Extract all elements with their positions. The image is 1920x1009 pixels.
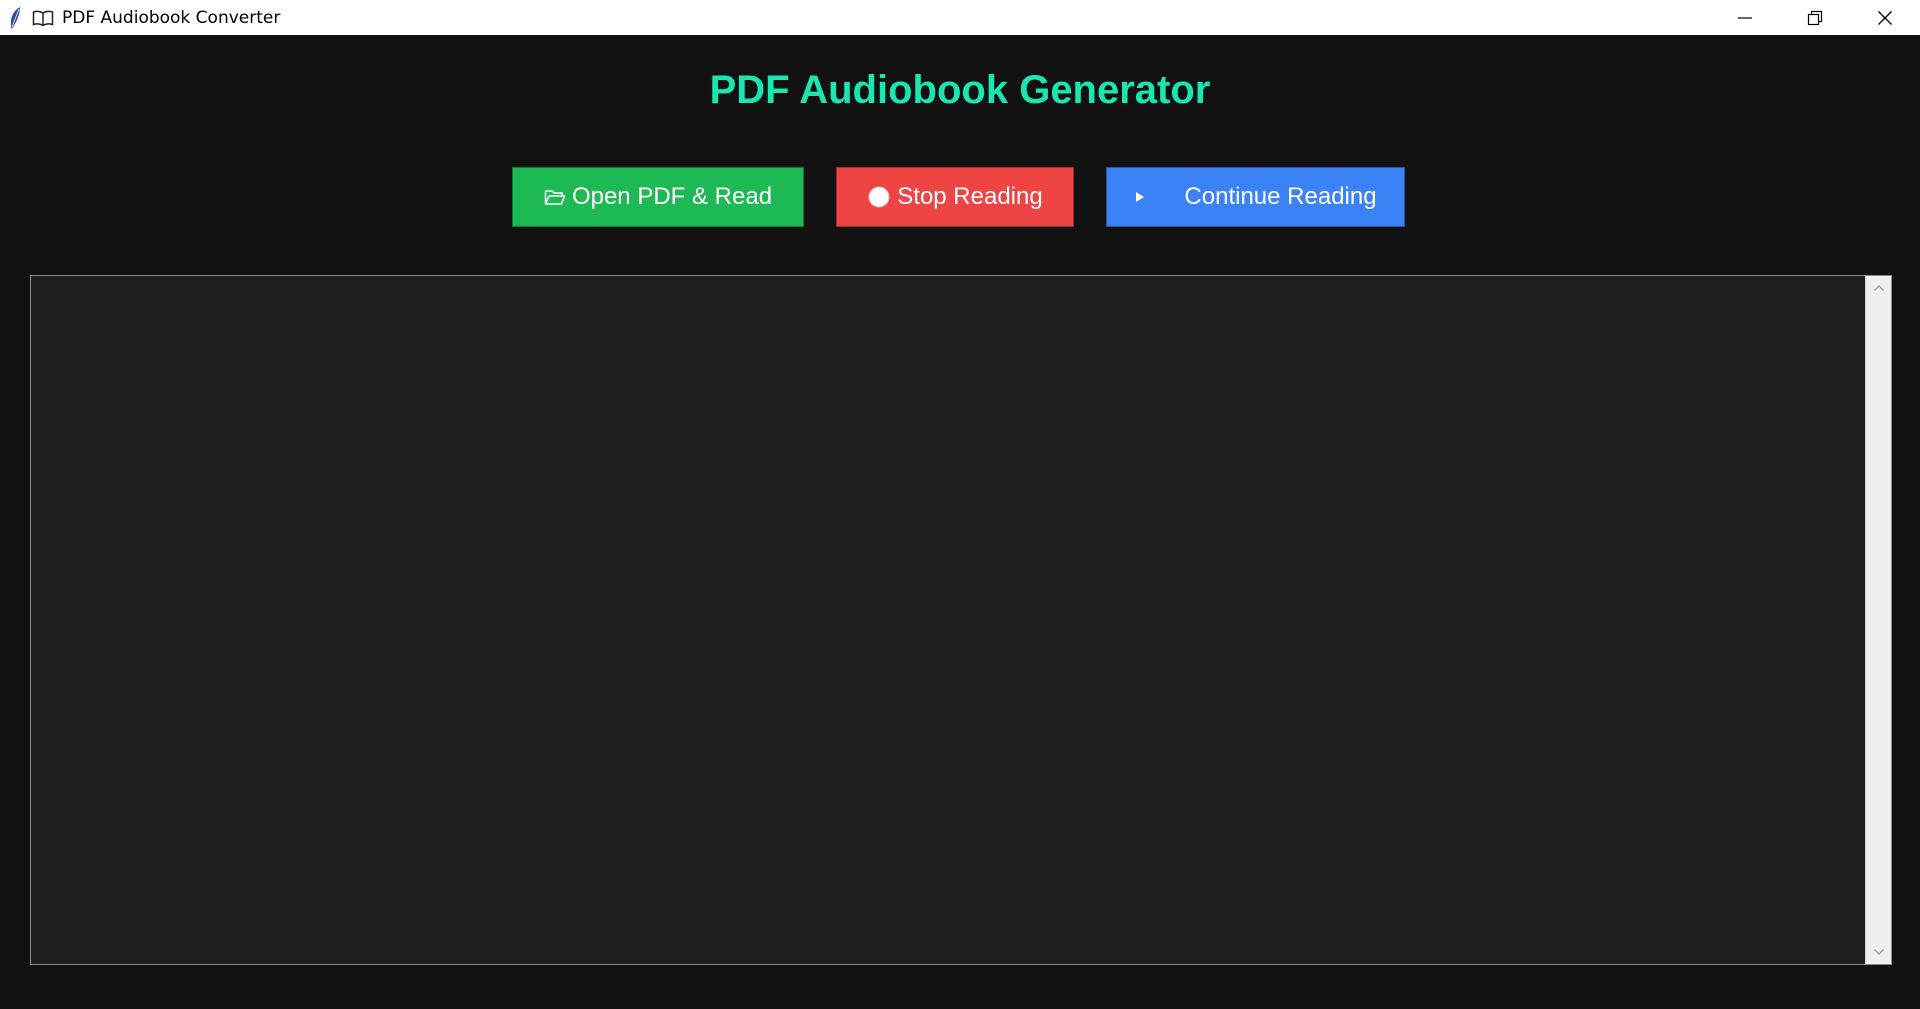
play-icon (1134, 190, 1146, 204)
minimize-icon (1738, 16, 1752, 19)
stop-reading-button[interactable]: Stop Reading (836, 167, 1074, 227)
folder-open-icon (544, 188, 566, 206)
text-content (31, 276, 1865, 964)
vertical-scrollbar[interactable] (1865, 276, 1891, 964)
close-icon (1878, 10, 1892, 25)
continue-reading-label: Continue Reading (1184, 183, 1377, 210)
book-icon (30, 0, 56, 35)
stop-reading-label: Stop Reading (897, 183, 1043, 210)
continue-reading-button[interactable]: Continue Reading (1106, 167, 1405, 227)
feather-icon (4, 0, 26, 35)
chevron-up-icon (1873, 285, 1884, 291)
stop-circle-icon (867, 185, 891, 209)
chevron-down-icon (1873, 949, 1884, 955)
open-pdf-button[interactable]: Open PDF & Read (512, 167, 804, 227)
window-controls (1710, 0, 1920, 35)
restore-button[interactable] (1780, 0, 1850, 35)
minimize-button[interactable] (1710, 0, 1780, 35)
scroll-up-button[interactable] (1866, 276, 1891, 300)
close-button[interactable] (1850, 0, 1920, 35)
open-pdf-label: Open PDF & Read (571, 183, 773, 210)
window-title: PDF Audiobook Converter (62, 7, 281, 28)
text-display-area[interactable] (30, 275, 1892, 965)
app-window: PDF Audiobook Generator Open PDF & Read … (0, 35, 1920, 1009)
scroll-down-button[interactable] (1866, 940, 1891, 964)
app-heading: PDF Audiobook Generator (709, 68, 1211, 112)
title-bar: PDF Audiobook Converter (0, 0, 1920, 35)
restore-icon (1807, 10, 1823, 25)
